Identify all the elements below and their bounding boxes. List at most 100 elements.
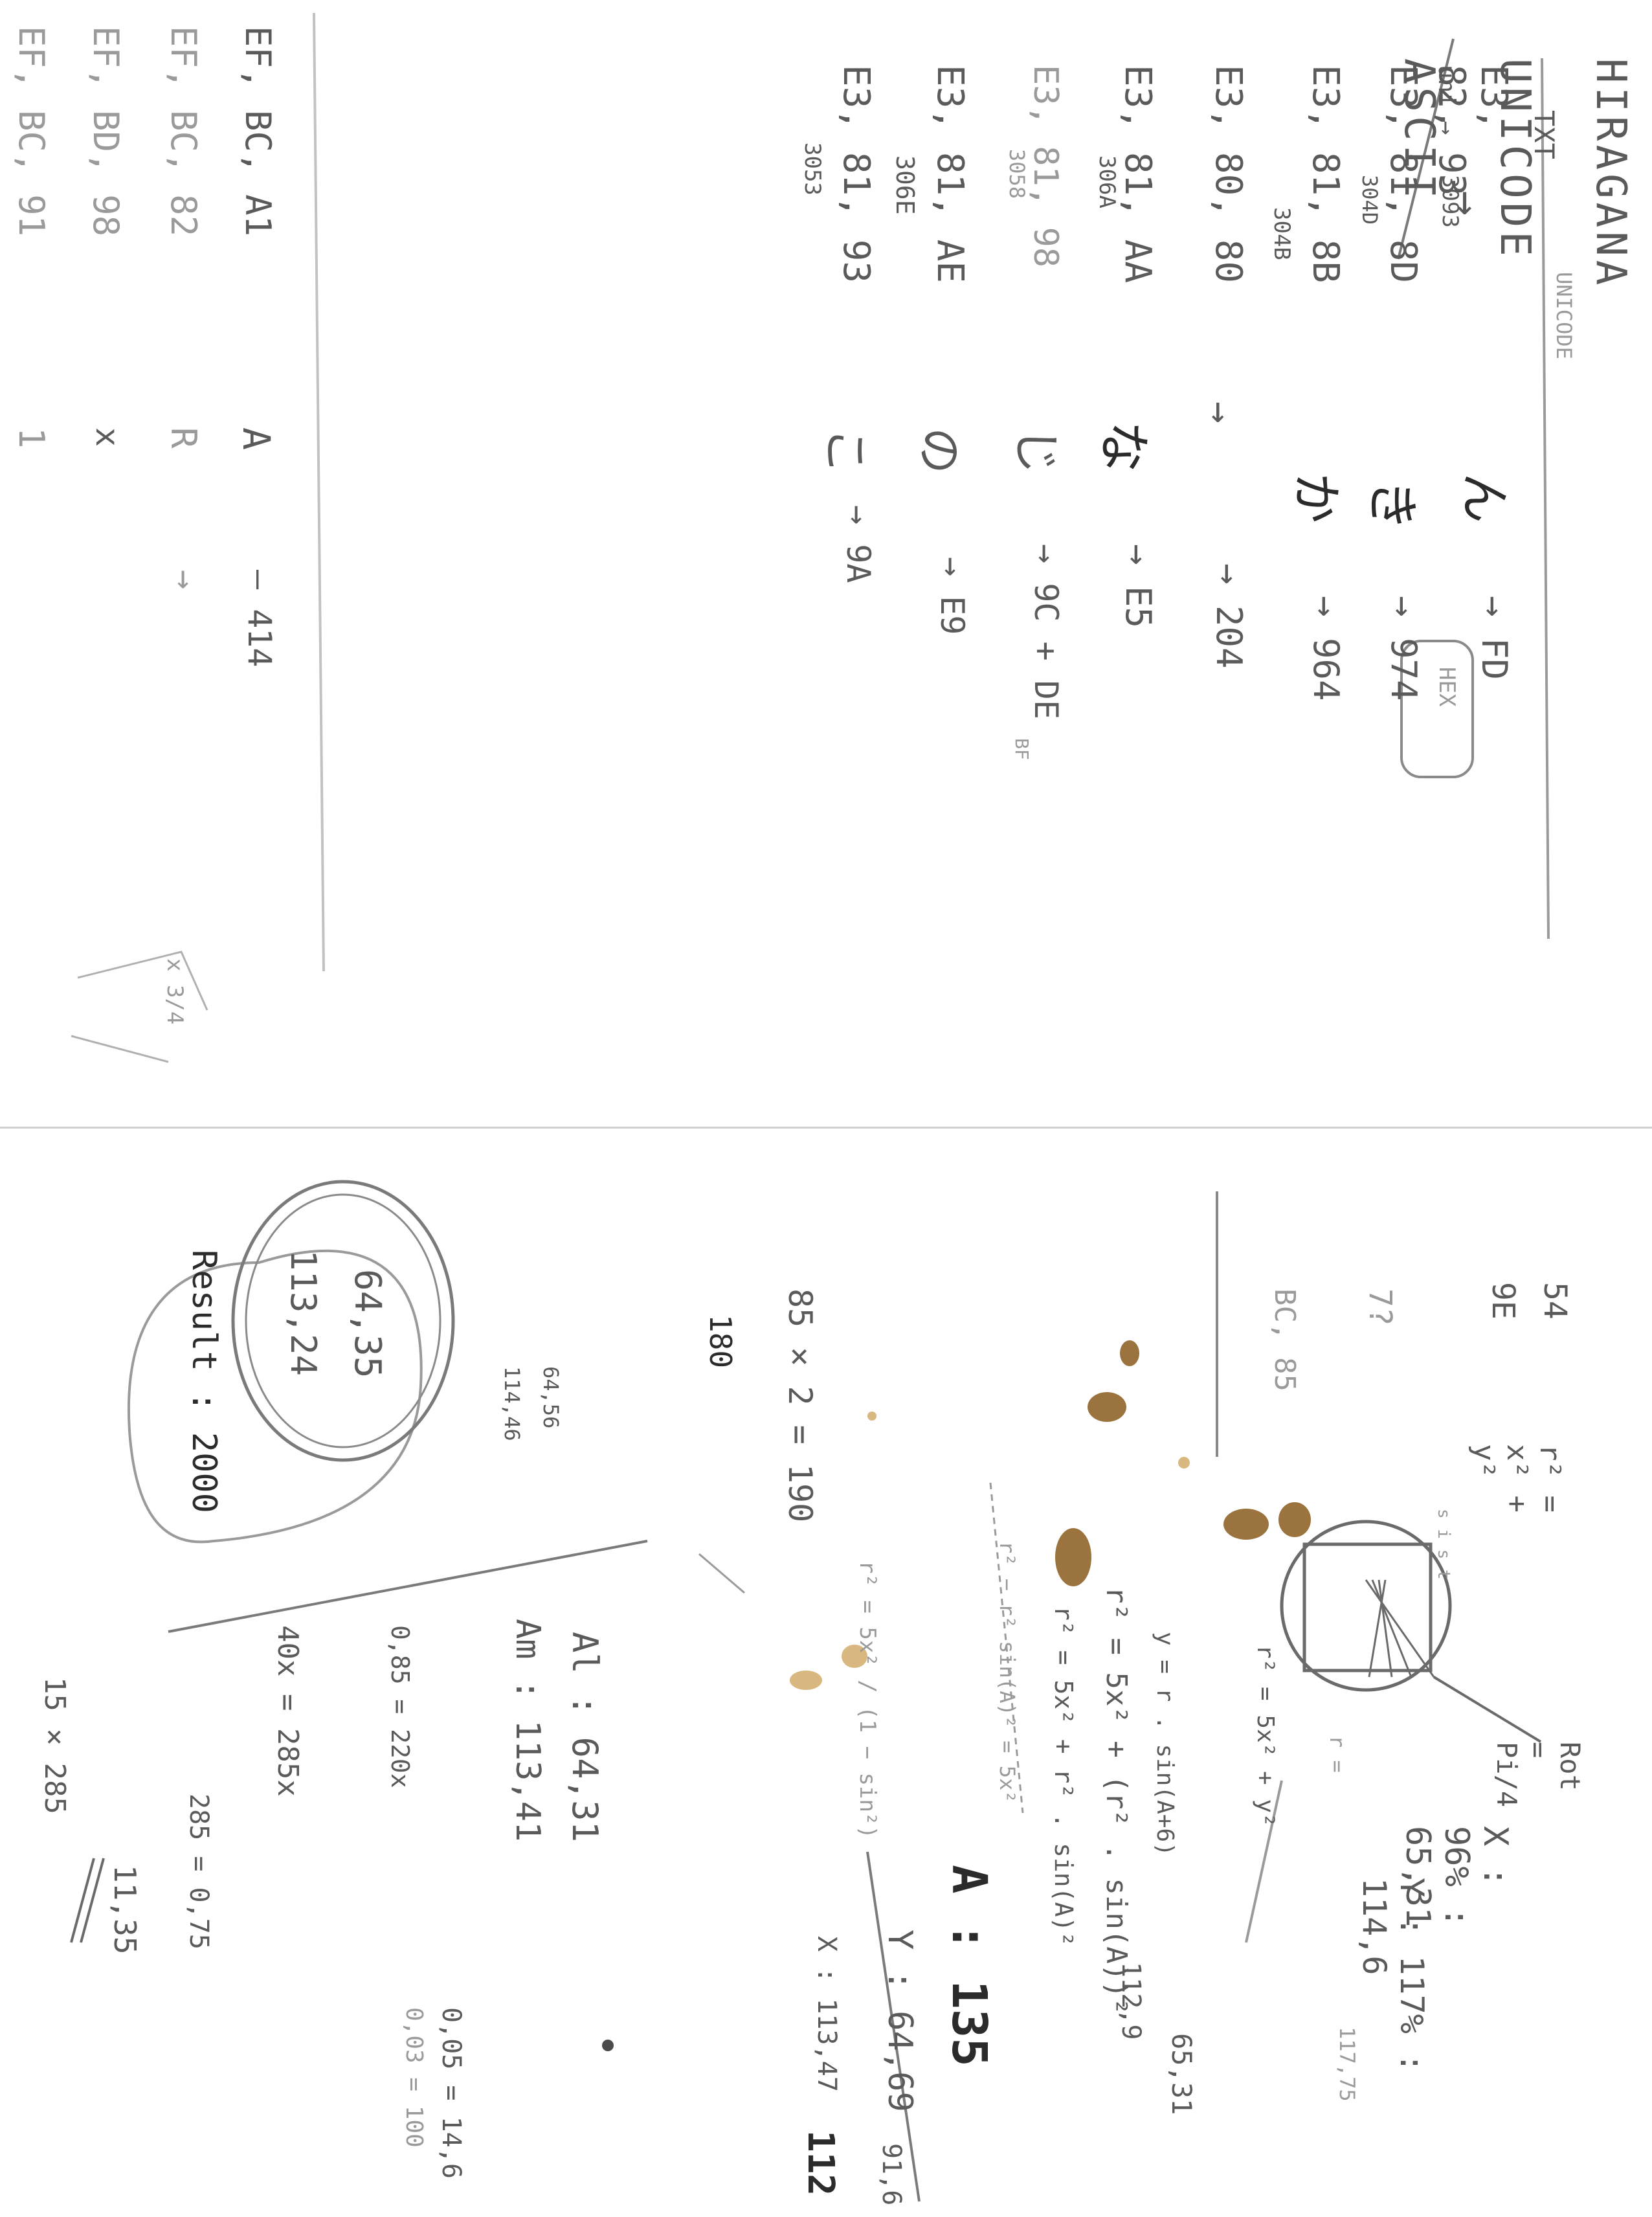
coffee-stain	[1088, 1392, 1126, 1422]
row-char: ん	[1455, 473, 1513, 524]
coffee-stain	[1223, 1509, 1269, 1540]
row-hex: → 974	[1383, 596, 1424, 701]
y-percent: Y : 117% : 114,6	[1356, 1878, 1431, 2073]
value-oval-outer	[231, 1180, 455, 1462]
row-codepoint: 304D	[1357, 175, 1382, 225]
value-916: 91,6	[876, 2143, 906, 2206]
fullwidth-hex: — 414	[241, 570, 278, 668]
row-char: か	[1286, 473, 1345, 524]
hatch-3	[1378, 1579, 1393, 1678]
row-char: き	[1362, 479, 1422, 531]
row-bytes: E3, 81, 98	[1026, 65, 1065, 268]
row-note: BF	[1011, 738, 1032, 760]
eq-cancel-2: r² = 5x² / (1 − sin²)	[854, 1560, 880, 1839]
row-char: じ	[1009, 427, 1064, 475]
al-value: Al : 64,31	[564, 1632, 605, 1843]
row-bytes: E3, 80, 80	[1207, 65, 1249, 284]
row-codepoint: 306A	[1094, 155, 1120, 208]
underline-1135	[70, 1858, 95, 1943]
ruled-line-bottom-2	[168, 1540, 648, 1633]
note-54: 54	[1537, 1282, 1573, 1320]
row-codepoint: 3093	[1437, 175, 1463, 228]
r2-line: r² = 5x² + y²	[1252, 1645, 1278, 1827]
note-bc85: BC, 85	[1268, 1289, 1301, 1391]
coffee-stain	[1278, 1502, 1311, 1537]
hex-box-label: HEX	[1434, 667, 1460, 707]
y-value: Y : 64,69	[880, 1930, 919, 2112]
unicode-small-label: UNICODE	[1552, 272, 1576, 359]
rotation-pointer	[1433, 1676, 1542, 1743]
rotation-square	[1302, 1542, 1433, 1672]
row-bytes: E3, 81, AA	[1117, 65, 1159, 284]
row-hex: → 964	[1306, 596, 1346, 701]
oval-value-1: 64,35	[346, 1269, 388, 1379]
formula-note: s i s t	[1434, 1509, 1453, 1580]
eq-cancel-1: r² − r² sin(A)² = 5x²	[995, 1541, 1020, 1803]
coffee-stain	[867, 1412, 876, 1421]
oval-value-2: 113,24	[283, 1250, 324, 1377]
txt-label: TXT	[1528, 110, 1560, 159]
row-hex: → FD	[1474, 596, 1515, 681]
row-codepoint: 3058	[1005, 149, 1029, 199]
value-11775: 117,75	[1335, 2027, 1359, 2102]
value-6531: 65,31	[1166, 2033, 1198, 2115]
scanned-notebook-page: HIRAGANA UNICODE → ASCII TXT UNICODE HEX…	[0, 0, 1652, 2217]
row-hex: → E5	[1118, 544, 1159, 629]
row-bytes: E3, 81, AE	[929, 65, 971, 284]
formula-r2: r² = x² + y²	[1468, 1444, 1567, 1513]
r-equals: r =	[1325, 1735, 1350, 1773]
am-value: Am : 113,41	[508, 1619, 547, 1842]
note-9e: 9E	[1485, 1282, 1521, 1320]
fullwidth-char: 1	[11, 427, 52, 449]
value-112: 112	[799, 2130, 842, 2196]
calc-180: 180	[703, 1314, 738, 1369]
row-hex: → 9A	[840, 505, 877, 583]
row-char: →	[1199, 401, 1241, 482]
eq-40x: 40x = 285x	[271, 1625, 304, 1797]
fullwidth-char: A	[234, 427, 278, 450]
row-hex: → 9C + DE	[1027, 544, 1065, 719]
margin-scribble: x 3/4	[162, 958, 188, 1025]
note-7q: 7?	[1362, 1289, 1398, 1326]
eq-r2b: r² = 5x² + r² . sin(A)²	[1049, 1606, 1078, 1947]
value-1129: 112,9	[1116, 1962, 1146, 2040]
fullwidth-char: x	[89, 427, 126, 447]
tick-mark	[698, 1553, 745, 1594]
hiragana-heading: HIRAGANA	[1587, 58, 1635, 289]
row-codepoint: 306E	[891, 155, 919, 215]
row-hex: → 204	[1209, 563, 1249, 669]
x-value: X : 113,47	[812, 1936, 842, 2092]
fullwidth-bytes: EF, BC, A1	[238, 26, 278, 237]
column-divider	[313, 12, 325, 972]
fullwidth-bytes: EF, BD, 98	[85, 26, 126, 237]
result-value: Result : 2000	[184, 1250, 223, 1513]
fullwidth-bytes: EF, BC, 82	[163, 26, 204, 237]
pct-005: 0,05 = 14,6	[436, 2007, 466, 2179]
eq-085: 0,85 = 220x	[386, 1625, 414, 1788]
eq-r2a: r² = 5x² + (r² . sin(A))²	[1100, 1586, 1133, 2016]
row-bytes: E3, 81, 93	[835, 65, 877, 284]
pct-003: 0,03 = 100	[401, 2007, 427, 2148]
rot-label: Rot = Pi/4	[1491, 1742, 1586, 1808]
eq-15x285: 15 × 285	[38, 1677, 71, 1814]
row-codepoint: 304B	[1269, 207, 1295, 260]
row-bytes: E3, 81, 8B	[1304, 65, 1346, 284]
small-6456: 64,56	[539, 1366, 563, 1429]
row-char: の	[912, 427, 966, 475]
ink-dot	[602, 2040, 614, 2051]
eq-y: y = r . sin(A+6)	[1152, 1632, 1178, 1856]
eq-285: 285 = 0,75	[184, 1794, 214, 1950]
row-codepoint: 3053	[799, 142, 825, 196]
coffee-stain	[1178, 1457, 1190, 1469]
calc-85x2: 85 × 2 = 190	[781, 1289, 819, 1523]
small-11446: 114,46	[500, 1366, 524, 1441]
hatch-1	[1365, 1579, 1435, 1678]
value-1135: 11,35	[107, 1865, 142, 1955]
coffee-stain	[1055, 1528, 1091, 1586]
fullwidth-hex: →	[166, 570, 204, 590]
underline-1135b	[80, 1858, 105, 1943]
value-oval-inner	[245, 1193, 441, 1448]
row-char: な	[1093, 421, 1154, 473]
row-char: こ	[818, 427, 873, 475]
fullwidth-char: R	[163, 427, 204, 449]
